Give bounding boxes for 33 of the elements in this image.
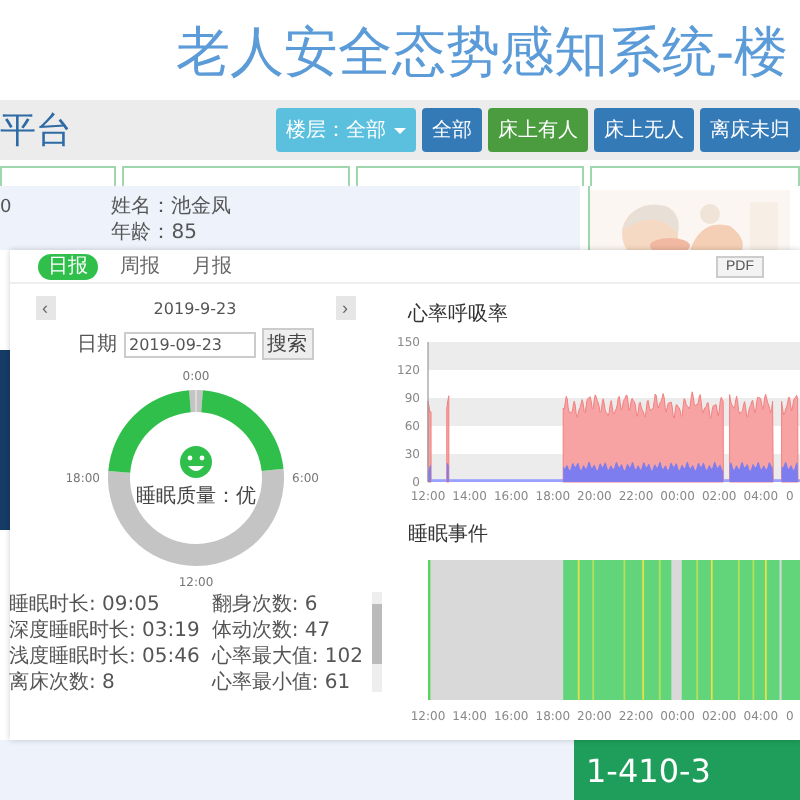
search-button[interactable]: 搜索 — [261, 328, 313, 360]
page-title: 老人安全态势感知系统-楼 — [174, 20, 790, 86]
date-field[interactable]: 2019-09-23 — [123, 331, 255, 357]
date-heading: 2019-9-23 — [153, 299, 237, 317]
next-button[interactable]: › — [335, 296, 355, 320]
room-tile[interactable]: 1-410-3 — [574, 740, 800, 800]
sleep-quality: 睡眠质量：优 — [135, 486, 255, 508]
stat-text: 心率最小值: 61 — [211, 670, 353, 696]
date-label: 日期 — [77, 331, 117, 358]
filter-button[interactable]: 床上有人 — [488, 108, 588, 152]
stat-text: 心率最大值: 102 — [211, 644, 364, 670]
stat-text: 睡眠时长: 09:05 — [9, 592, 162, 618]
chart-title: 睡眠事件 — [408, 521, 490, 548]
stat-text: 体动次数: 47 — [211, 618, 333, 644]
filter-button[interactable]: 离床未归 — [700, 108, 800, 152]
resident-name: 姓名：池金凤 — [111, 194, 232, 220]
filter-button[interactable]: 床上无人 — [594, 108, 694, 152]
stat-text: 浅度睡眠时长: 05:46 — [9, 644, 200, 670]
scrollbar[interactable] — [371, 592, 382, 692]
resident-age: 年龄：85 — [111, 220, 199, 246]
smiley-icon — [179, 446, 211, 478]
stat-text: 离床次数: 8 — [9, 670, 117, 696]
previous-button[interactable]: ‹ — [35, 296, 55, 320]
report-tab[interactable]: 周报 — [110, 253, 170, 279]
report-tab[interactable]: 日报 — [38, 253, 98, 279]
stat-text: 翻身次数: 6 — [211, 592, 320, 618]
header-title: 平台 — [0, 108, 72, 154]
bed-number: 0 — [0, 196, 12, 222]
filter-button[interactable]: 全部 — [422, 108, 482, 152]
report-tab[interactable]: 月报 — [182, 253, 242, 279]
stat-text: 深度睡眠时长: 03:19 — [9, 618, 200, 644]
caret-icon — [394, 127, 406, 133]
chart-title: 心率呼吸率 — [408, 301, 510, 328]
